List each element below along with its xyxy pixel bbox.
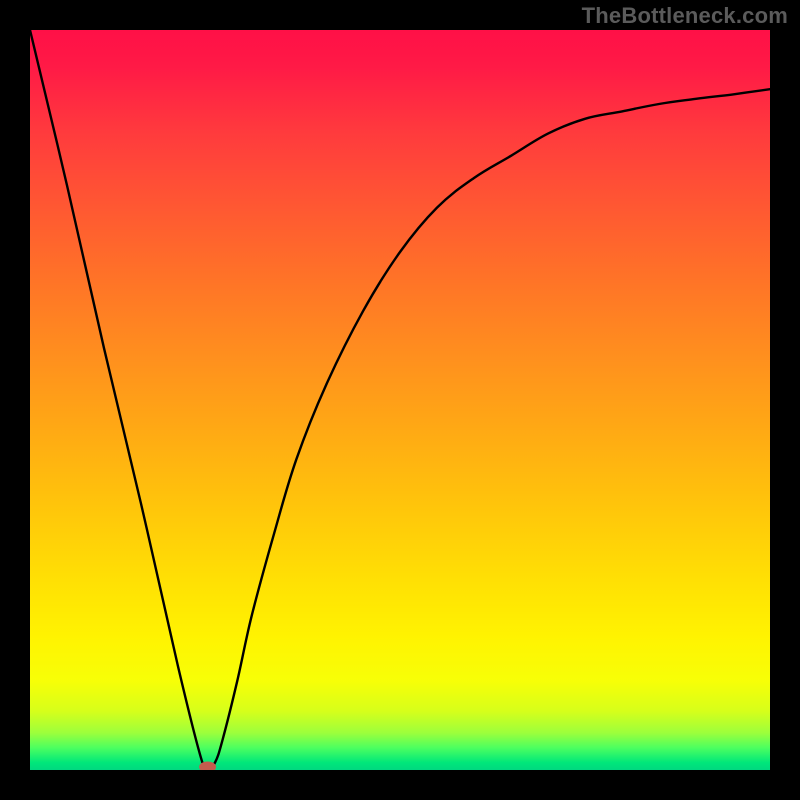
min-marker	[200, 762, 216, 770]
chart-frame: TheBottleneck.com	[0, 0, 800, 800]
plot-area	[30, 30, 770, 770]
curve-layer	[30, 30, 770, 770]
attribution-text: TheBottleneck.com	[582, 3, 788, 29]
bottleneck-curve	[30, 30, 770, 770]
